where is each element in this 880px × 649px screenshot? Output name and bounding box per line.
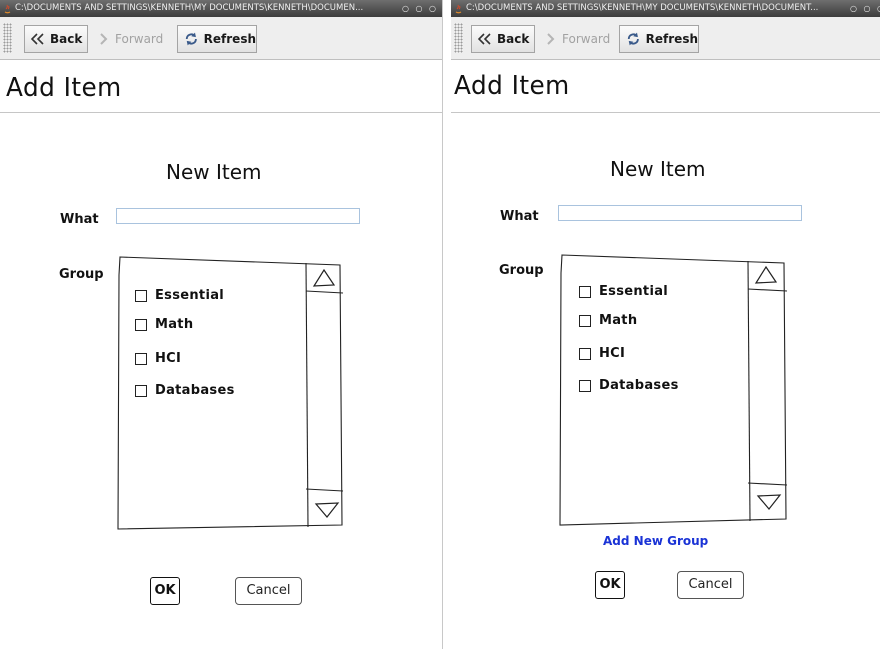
what-input[interactable] [116, 208, 360, 224]
window-controls[interactable]: ○ ○ ○ [850, 0, 880, 17]
checkbox[interactable] [135, 289, 147, 302]
checkbox[interactable] [135, 318, 147, 331]
page-title: Add Item [454, 71, 570, 101]
java-app-icon [455, 4, 462, 14]
forward-button[interactable]: Forward [539, 25, 619, 53]
right-window: C:\DOCUMENTS AND SETTINGS\KENNETH\MY DOC… [451, 0, 880, 649]
forward-label: Forward [562, 32, 611, 46]
group-item-label: Essential [599, 284, 669, 299]
refresh-icon [185, 32, 197, 46]
add-new-group-link[interactable]: Add New Group [603, 534, 708, 548]
group-item-label: Essential [155, 288, 225, 303]
group-item-hci[interactable]: HCI [135, 351, 181, 366]
ok-button[interactable]: OK [150, 577, 180, 605]
refresh-icon [627, 32, 639, 46]
group-listbox[interactable]: Essential Math HCI Databases [114, 255, 344, 535]
window-titlebar: C:\DOCUMENTS AND SETTINGS\KENNETH\MY DOC… [451, 0, 880, 17]
group-item-label: Databases [155, 383, 235, 398]
checkbox[interactable] [579, 379, 591, 392]
what-label: What [500, 209, 539, 224]
window-controls[interactable]: ○ ○ ○ [402, 0, 438, 17]
forward-label: Forward [115, 32, 164, 46]
what-label: What [60, 212, 99, 227]
back-label: Back [50, 32, 83, 46]
window-titlebar: C:\DOCUMENTS AND SETTINGS\KENNETH\MY DOC… [0, 0, 442, 17]
checkbox[interactable] [579, 285, 591, 298]
group-item-essential[interactable]: Essential [579, 284, 668, 299]
refresh-label: Refresh [203, 32, 256, 46]
group-label: Group [499, 263, 544, 278]
ok-button[interactable]: OK [595, 571, 625, 599]
refresh-label: Refresh [645, 32, 698, 46]
browser-toolbar: Back Forward Refresh [0, 17, 442, 60]
group-item-label: Databases [599, 378, 679, 393]
group-item-label: HCI [599, 346, 626, 361]
forward-button[interactable]: Forward [92, 25, 172, 53]
group-item-math[interactable]: Math [135, 317, 193, 332]
refresh-button[interactable]: Refresh [177, 25, 257, 53]
checkbox[interactable] [135, 352, 147, 365]
page-title: Add Item [6, 73, 122, 103]
cancel-button[interactable]: Cancel [235, 577, 302, 605]
checkbox[interactable] [579, 314, 591, 327]
window-title: C:\DOCUMENTS AND SETTINGS\KENNETH\MY DOC… [466, 3, 819, 13]
browser-toolbar: Back Forward Refresh [451, 17, 880, 60]
scroll-down-arrow-icon[interactable] [755, 491, 783, 513]
checkbox[interactable] [135, 384, 147, 397]
group-item-databases[interactable]: Databases [579, 378, 679, 393]
scroll-up-arrow-icon[interactable] [310, 267, 338, 289]
toolbar-grip[interactable] [3, 23, 12, 53]
group-item-label: HCI [155, 351, 182, 366]
form-title: New Item [166, 160, 262, 184]
forward-arrow-icon [100, 33, 108, 45]
window-divider [443, 0, 451, 649]
group-item-label: Math [155, 317, 194, 332]
window-title: C:\DOCUMENTS AND SETTINGS\KENNETH\MY DOC… [15, 3, 364, 13]
group-item-math[interactable]: Math [579, 313, 637, 328]
group-item-databases[interactable]: Databases [135, 383, 235, 398]
refresh-button[interactable]: Refresh [619, 25, 699, 53]
toolbar-grip[interactable] [454, 23, 463, 53]
heading-bar: Add Item [451, 60, 880, 113]
group-item-hci[interactable]: HCI [579, 346, 625, 361]
heading-bar: Add Item [0, 60, 442, 113]
left-window: C:\DOCUMENTS AND SETTINGS\KENNETH\MY DOC… [0, 0, 443, 649]
back-button[interactable]: Back [24, 25, 88, 53]
scroll-up-arrow-icon[interactable] [752, 264, 780, 286]
cancel-button[interactable]: Cancel [677, 571, 744, 599]
checkbox[interactable] [579, 347, 591, 360]
scroll-down-arrow-icon[interactable] [313, 499, 341, 521]
back-label: Back [497, 32, 530, 46]
form-title: New Item [610, 157, 706, 181]
group-item-label: Math [599, 313, 638, 328]
group-listbox[interactable]: Essential Math HCI Databases [556, 253, 788, 533]
java-app-icon [4, 4, 11, 14]
group-item-essential[interactable]: Essential [135, 288, 224, 303]
what-input[interactable] [558, 205, 802, 221]
back-button[interactable]: Back [471, 25, 535, 53]
back-arrow-icon [31, 33, 44, 45]
group-label: Group [59, 267, 104, 282]
forward-arrow-icon [547, 33, 555, 45]
back-arrow-icon [478, 33, 491, 45]
